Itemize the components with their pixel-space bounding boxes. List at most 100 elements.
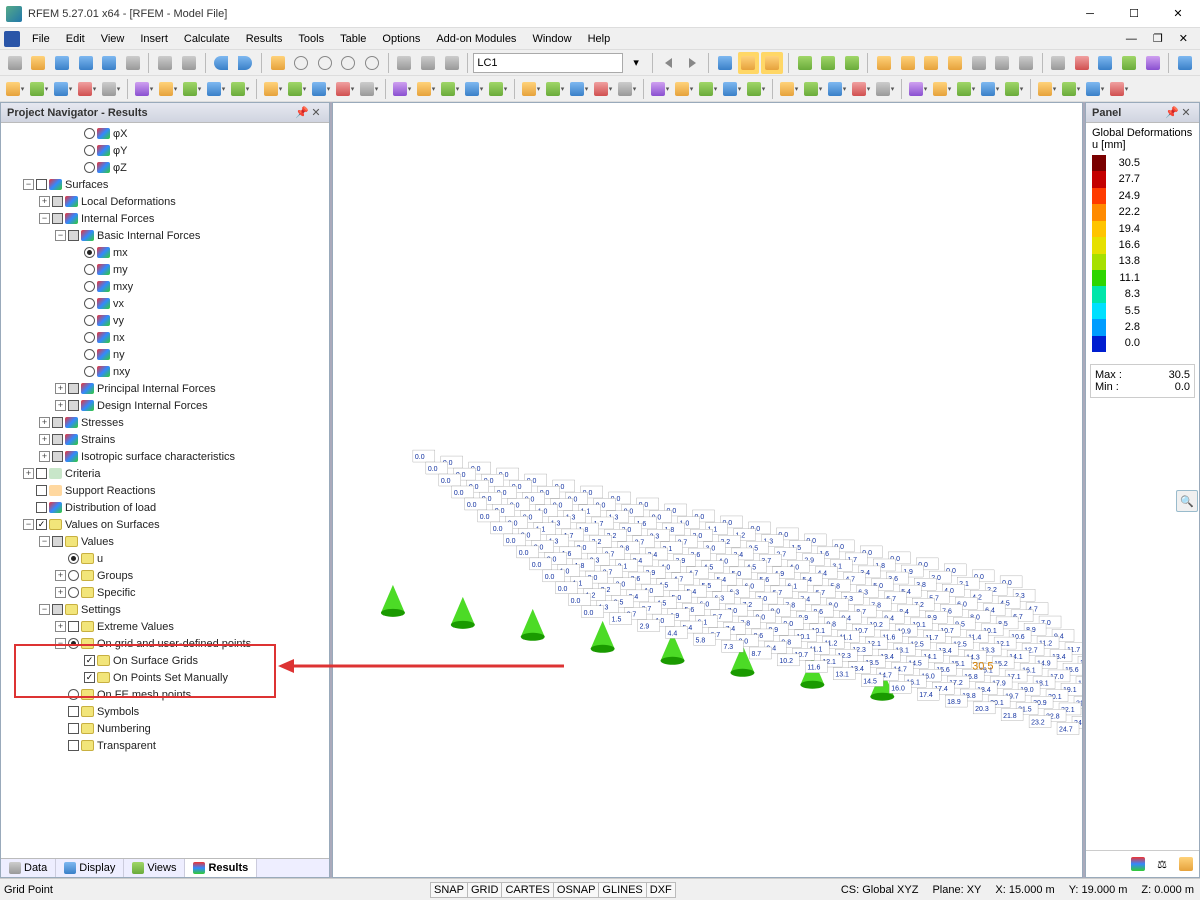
snap-grid[interactable]: GRID: [467, 882, 503, 898]
tb2-tool-37[interactable]: ▾: [955, 78, 977, 100]
tree-item[interactable]: nx: [3, 329, 327, 346]
table-icon[interactable]: [441, 52, 463, 74]
menu-options[interactable]: Options: [374, 31, 428, 47]
tb2-tool-10[interactable]: ▾: [262, 78, 284, 100]
tree-item[interactable]: Transparent: [3, 737, 327, 754]
tb2-tool-16[interactable]: ▾: [415, 78, 437, 100]
menu-insert[interactable]: Insert: [132, 31, 176, 47]
nav-tab-views[interactable]: Views: [124, 859, 185, 877]
tb-c-icon[interactable]: [921, 52, 943, 74]
tree-item[interactable]: +Groups: [3, 567, 327, 584]
tb2-tool-23[interactable]: ▾: [592, 78, 614, 100]
save-as-icon[interactable]: [98, 52, 120, 74]
tb-e-icon[interactable]: [968, 52, 990, 74]
tree-item[interactable]: +Stresses: [3, 414, 327, 431]
gauge-icon[interactable]: [290, 52, 312, 74]
tree-item[interactable]: −Values: [3, 533, 327, 550]
nav-tab-display[interactable]: Display: [56, 859, 124, 877]
pan-icon[interactable]: [361, 52, 383, 74]
list-icon[interactable]: [394, 52, 416, 74]
zoom-window-icon[interactable]: [337, 52, 359, 74]
search-side-icon[interactable]: 🔍: [1176, 490, 1198, 512]
tb2-tool-38[interactable]: ▾: [979, 78, 1001, 100]
calc-icon[interactable]: [267, 52, 289, 74]
tb2-tool-26[interactable]: ▾: [673, 78, 695, 100]
tree-item[interactable]: +Principal Internal Forces: [3, 380, 327, 397]
tb-b-icon[interactable]: [897, 52, 919, 74]
tb2-tool-22[interactable]: ▾: [568, 78, 590, 100]
tb-pan-icon[interactable]: [714, 52, 736, 74]
tb2-tool-43[interactable]: ▾: [1108, 78, 1130, 100]
menu-help[interactable]: Help: [580, 31, 619, 47]
tb2-tool-20[interactable]: ▾: [520, 78, 542, 100]
tree-item[interactable]: +Criteria: [3, 465, 327, 482]
tb-labels-icon[interactable]: [738, 52, 760, 74]
tree-item[interactable]: +Specific: [3, 584, 327, 601]
pin-icon[interactable]: 📌: [295, 106, 309, 119]
tree-item[interactable]: mxy: [3, 278, 327, 295]
model-viewport[interactable]: 0.00.00.00.00.00.00.00.00.00.00.00.00.00…: [332, 102, 1083, 878]
snap-cartes[interactable]: CARTES: [501, 882, 553, 898]
tb2-tool-19[interactable]: ▾: [487, 78, 509, 100]
mdi-close-icon[interactable]: ✕: [1171, 30, 1196, 47]
tree-item[interactable]: φZ: [3, 159, 327, 176]
tree-item[interactable]: +Strains: [3, 431, 327, 448]
tb-g-icon[interactable]: [1015, 52, 1037, 74]
tb2-tool-31[interactable]: ▾: [802, 78, 824, 100]
tb2-tool-32[interactable]: ▾: [826, 78, 848, 100]
tree-item[interactable]: vx: [3, 295, 327, 312]
print-icon[interactable]: [122, 52, 144, 74]
tree-item[interactable]: Support Reactions: [3, 482, 327, 499]
snap-osnap[interactable]: OSNAP: [553, 882, 600, 898]
tree-item[interactable]: +Extreme Values: [3, 618, 327, 635]
next-lc-icon[interactable]: [681, 52, 703, 74]
tb-axe-i-icon[interactable]: [1142, 52, 1164, 74]
tb2-tool-5[interactable]: ▾: [133, 78, 155, 100]
tree-item[interactable]: vy: [3, 312, 327, 329]
undo-icon[interactable]: [211, 52, 233, 74]
tb2-tool-36[interactable]: ▾: [931, 78, 953, 100]
tb2-tool-24[interactable]: ▾: [616, 78, 638, 100]
tree-item[interactable]: −Surfaces: [3, 176, 327, 193]
tree-item[interactable]: −Basic Internal Forces: [3, 227, 327, 244]
tb2-tool-14[interactable]: ▾: [358, 78, 380, 100]
tb2-tool-27[interactable]: ▾: [697, 78, 719, 100]
save-icon[interactable]: [51, 52, 73, 74]
tb2-tool-29[interactable]: ▾: [745, 78, 767, 100]
tb2-tool-34[interactable]: ▾: [874, 78, 896, 100]
legend-scale-icon[interactable]: [1175, 853, 1197, 875]
tb-d-icon[interactable]: [944, 52, 966, 74]
tb2-tool-25[interactable]: ▾: [649, 78, 671, 100]
tb2-tool-9[interactable]: ▾: [229, 78, 251, 100]
dropdown-icon[interactable]: ▾: [625, 52, 647, 74]
snap-glines[interactable]: GLINES: [598, 882, 646, 898]
tb2-tool-13[interactable]: ▾: [334, 78, 356, 100]
tb2-tool-2[interactable]: ▾: [52, 78, 74, 100]
loadcase-select[interactable]: [473, 53, 623, 73]
menu-results[interactable]: Results: [238, 31, 291, 47]
tb2-tool-21[interactable]: ▾: [544, 78, 566, 100]
tb2-tool-4[interactable]: ▾: [100, 78, 122, 100]
minimize-button[interactable]: ─: [1068, 0, 1112, 28]
flag-start-icon[interactable]: [794, 52, 816, 74]
tb-f-icon[interactable]: [991, 52, 1013, 74]
tb-axe-y-icon[interactable]: [1095, 52, 1117, 74]
prev-lc-icon[interactable]: [658, 52, 680, 74]
nav-close-icon[interactable]: ✕: [309, 106, 323, 119]
redo-icon[interactable]: [234, 52, 256, 74]
open-icon[interactable]: [28, 52, 50, 74]
flag-mid-icon[interactable]: [817, 52, 839, 74]
tb-a-icon[interactable]: [873, 52, 895, 74]
tree-item[interactable]: nxy: [3, 363, 327, 380]
legend-settings-icon[interactable]: [1127, 853, 1149, 875]
tb2-tool-6[interactable]: ▾: [157, 78, 179, 100]
menu-view[interactable]: View: [93, 31, 133, 47]
menu-file[interactable]: File: [24, 31, 58, 47]
tb2-tool-8[interactable]: ▾: [205, 78, 227, 100]
new-file-icon[interactable]: [4, 52, 26, 74]
tb2-tool-30[interactable]: ▾: [778, 78, 800, 100]
tb2-tool-42[interactable]: ▾: [1084, 78, 1106, 100]
tree-item[interactable]: ny: [3, 346, 327, 363]
tb2-tool-7[interactable]: ▾: [181, 78, 203, 100]
snap-dxf[interactable]: DXF: [646, 882, 676, 898]
